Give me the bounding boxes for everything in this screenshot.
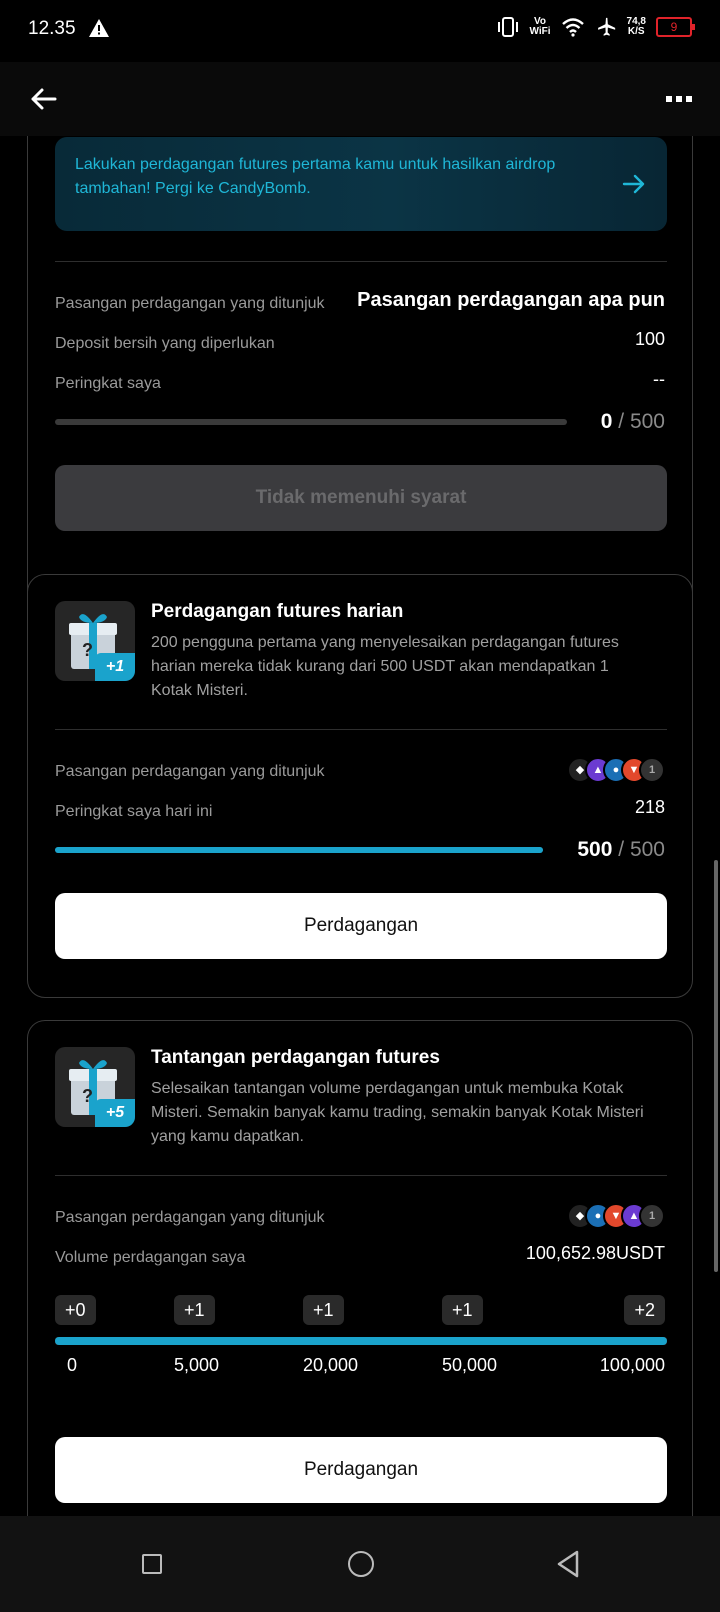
pair-value: Pasangan perdagangan apa pun [357,289,665,311]
milestone-reward-chip: +1 [174,1295,215,1325]
pair-label: Pasangan perdagangan yang ditunjuk [55,763,325,780]
progress-fill [55,847,543,853]
rank-today-value: 218 [634,797,665,817]
status-bar: 12.35 Vo WiFi 74,8 K/S 9 [0,0,720,62]
wifi-icon [561,18,584,37]
trade-button[interactable]: Perdagangan [55,1437,667,1503]
deposit-value: 100 [634,329,665,349]
content-scroll[interactable]: Lakukan perdagangan futures pertama kamu… [0,136,720,1516]
pair-label: Pasangan perdagangan yang ditunjuk [55,295,325,312]
progress-text: 500 / 500 [577,838,665,861]
milestone-threshold: 100,000 [599,1355,665,1375]
trade-button[interactable]: Perdagangan [55,893,667,959]
deposit-label: Deposit bersih yang diperlukan [55,335,275,352]
banner-text: Lakukan perdagangan futures pertama kamu… [75,156,556,197]
rank-label: Peringkat saya [55,375,161,392]
network-speed: 74,8 K/S [626,16,646,37]
card-title: Perdagangan futures harian [151,601,404,622]
status-time: 12.35 [28,18,76,39]
battery-icon: 9 [656,17,695,37]
divider [55,1175,667,1176]
arrow-right-icon [622,174,645,194]
arrow-left-icon[interactable] [28,84,58,114]
svg-text:?: ? [82,640,93,660]
candybomb-banner[interactable]: Lakukan perdagangan futures pertama kamu… [55,137,667,231]
more-icon[interactable] [666,96,692,102]
coin-overflow-count: 1 [639,757,665,783]
milestone-threshold: 5,000 [174,1355,220,1375]
airplane-icon [597,17,615,36]
card-description: Selesaikan tantangan volume perdagangan … [151,1080,644,1145]
divider [55,729,667,730]
milestone-threshold: 0 [67,1355,78,1375]
coin-icons: ◆ ● ▼ ▲ 1 [567,1203,665,1229]
mystery-box-image: ? +1 [55,601,135,681]
volume-value: 100,652.98USDT [525,1243,665,1263]
card-title: Tantangan perdagangan futures [151,1047,440,1068]
progress-text: 0 / 500 [600,410,665,433]
svg-text:?: ? [82,1086,93,1106]
milestone-reward-chip: +1 [442,1295,483,1325]
coin-icons: ◆ ▲ ● ▼ 1 [567,757,665,783]
daily-futures-card: ? +1 Perdagangan futures harian 200 peng… [27,574,693,998]
scrollbar[interactable] [714,860,718,1272]
recents-icon[interactable] [142,1554,162,1574]
milestone-threshold: 50,000 [442,1355,498,1375]
home-icon[interactable] [348,1551,374,1577]
coin-overflow-count: 1 [639,1203,665,1229]
reward-badge: +5 [95,1099,135,1127]
progress-bar [55,419,567,425]
not-eligible-button: Tidak memenuhi syarat [55,465,667,531]
vibrate-icon [497,17,518,37]
milestone-reward-chip: +1 [303,1295,344,1325]
rank-value: -- [653,369,665,389]
back-triangle-icon[interactable] [556,1550,580,1578]
divider [55,261,667,262]
volume-progress-fill [55,1337,667,1345]
rank-today-label: Peringkat saya hari ini [55,803,213,820]
warning-icon [89,19,109,37]
progress-bar [55,847,543,853]
reward-badge: +1 [95,653,135,681]
pair-label: Pasangan perdagangan yang ditunjuk [55,1209,325,1226]
futures-challenge-card: ? +5 Tantangan perdagangan futures Seles… [27,1020,693,1516]
volume-progress-bar [55,1337,667,1345]
volume-label: Volume perdagangan saya [55,1249,246,1266]
vowifi-indicator: Vo WiFi [529,16,551,37]
milestone-threshold: 20,000 [303,1355,359,1375]
mystery-box-image: ? +5 [55,1047,135,1127]
app-bar [0,62,720,136]
milestone-reward-chip: +0 [55,1295,96,1325]
system-nav-bar [0,1516,720,1612]
milestone-reward-chip: +2 [624,1295,665,1325]
card-description: 200 pengguna pertama yang menyelesaikan … [151,634,619,699]
